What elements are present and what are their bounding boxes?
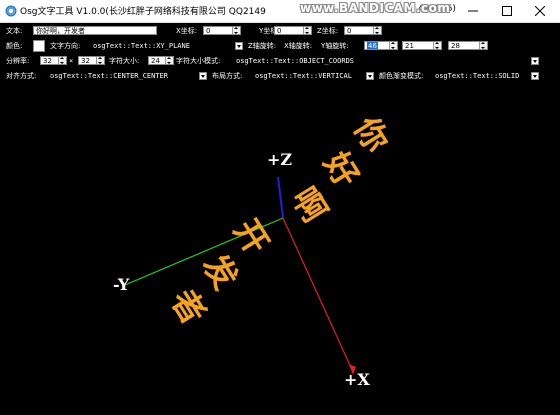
axis-y-label: -Y: [113, 275, 130, 294]
z-coord-input[interactable]: 0: [344, 26, 382, 35]
minimize-button[interactable]: [457, 0, 489, 22]
y-rotation-value: 21: [405, 42, 414, 50]
y-coord-spinner[interactable]: [303, 27, 311, 34]
y-coord-value: 0: [277, 27, 282, 35]
z-coord-spinner[interactable]: [373, 27, 381, 34]
x-rotation-spinner[interactable]: [389, 42, 397, 49]
close-button[interactable]: [524, 0, 556, 22]
y-rotation-input[interactable]: 21: [402, 41, 442, 50]
font-size-spinner[interactable]: [165, 57, 173, 64]
char-size-mode-dropdown-icon[interactable]: [531, 57, 539, 65]
minimize-icon: [468, 10, 478, 12]
alignment-label: 对齐方式:: [6, 72, 37, 80]
x-coord-input[interactable]: 0: [203, 26, 241, 35]
resolution-width-input[interactable]: 32: [40, 56, 67, 65]
char-size-mode-label: 字符大小模式:: [176, 57, 221, 65]
resolution-times-sign: ×: [69, 57, 74, 65]
window-title: Osg文字工具 V1.0.0(长沙红胖子网络科技有限公司 QQ2149: [20, 7, 266, 17]
x-rotation-label: X轴旋转:: [284, 42, 313, 50]
font-size-label: 字符大小:: [109, 57, 140, 65]
x-rotation-input[interactable]: 46: [364, 41, 398, 50]
z-rotation-input[interactable]: 28: [448, 41, 488, 50]
x-rotation-value: 46: [367, 42, 378, 50]
resolution-label: 分辨率:: [6, 57, 30, 65]
bandicam-watermark: www.BANDICAM.com: [300, 1, 451, 15]
y-rotation-label: Y轴旋转:: [321, 42, 349, 50]
gradient-mode-label: 颜色渐变模式:: [379, 72, 424, 80]
resolution-width-spinner[interactable]: [58, 57, 66, 64]
text-input[interactable]: 你好啊，开发者: [33, 26, 157, 35]
font-size-value: 24: [151, 57, 160, 65]
close-icon: [535, 6, 545, 16]
resolution-height-value: 32: [81, 57, 90, 65]
z-rotation-value: 28: [451, 42, 460, 50]
osg-3d-viewport[interactable]: +Z -Y +X 你 好 啊 开 发 者: [0, 85, 560, 415]
font-size-input[interactable]: 24: [148, 56, 174, 65]
x-coord-label: X坐标:: [176, 27, 198, 35]
char-size-mode-select-value[interactable]: osgText::Text::OBJECT_COORDS: [236, 56, 354, 66]
title-bar[interactable]: Osg文字工具 V1.0.0(长沙红胖子网络科技有限公司 QQ2149 4979…: [0, 0, 560, 23]
axes-svg: [124, 176, 356, 375]
resolution-width-value: 32: [43, 57, 52, 65]
direction-label: 文字方向:: [50, 42, 81, 50]
direction-select-value[interactable]: osgText::Text::XY_PLANE: [93, 41, 190, 51]
layout-dropdown-icon[interactable]: [366, 72, 374, 80]
color-swatch[interactable]: [33, 40, 45, 52]
layout-label: 布局方式:: [212, 72, 243, 80]
resolution-height-input[interactable]: 32: [78, 56, 105, 65]
x-coord-spinner[interactable]: [232, 27, 240, 34]
maximize-button[interactable]: [491, 0, 523, 22]
gradient-mode-select-value[interactable]: osgText::Text::SOLID: [435, 71, 519, 81]
z-coord-label: Z坐标:: [317, 27, 339, 35]
z-axis-line: [277, 176, 284, 219]
text-label: 文本:: [6, 27, 23, 35]
app-icon: [5, 5, 17, 17]
z-coord-value: 0: [347, 27, 352, 35]
y-coord-input[interactable]: 0: [274, 26, 312, 35]
x-coord-value: 0: [206, 27, 211, 35]
y-rotation-spinner[interactable]: [433, 42, 441, 49]
alignment-select-value[interactable]: osgText::Text::CENTER_CENTER: [50, 71, 168, 81]
axis-x-label: +X: [344, 370, 370, 389]
gradient-mode-dropdown-icon[interactable]: [531, 72, 539, 80]
alignment-dropdown-icon[interactable]: [199, 72, 207, 80]
z-rotation-label: Z轴旋转:: [248, 42, 277, 50]
z-rotation-spinner[interactable]: [479, 42, 487, 49]
color-label: 颜色:: [6, 42, 23, 50]
app-window: Osg文字工具 V1.0.0(长沙红胖子网络科技有限公司 QQ2149 4979…: [0, 0, 560, 415]
resolution-height-spinner[interactable]: [96, 57, 104, 64]
x-axis-line: [282, 217, 354, 373]
settings-toolbar: 文本: 你好啊，开发者 X坐标: 0 Y坐标: 0 Z坐标: 0 颜色: 文字方…: [0, 23, 560, 85]
maximize-icon: [502, 6, 512, 16]
axis-z-label: +Z: [267, 150, 293, 169]
direction-dropdown-icon[interactable]: [235, 42, 243, 50]
layout-select-value[interactable]: osgText::Text::VERTICAL: [255, 71, 352, 81]
